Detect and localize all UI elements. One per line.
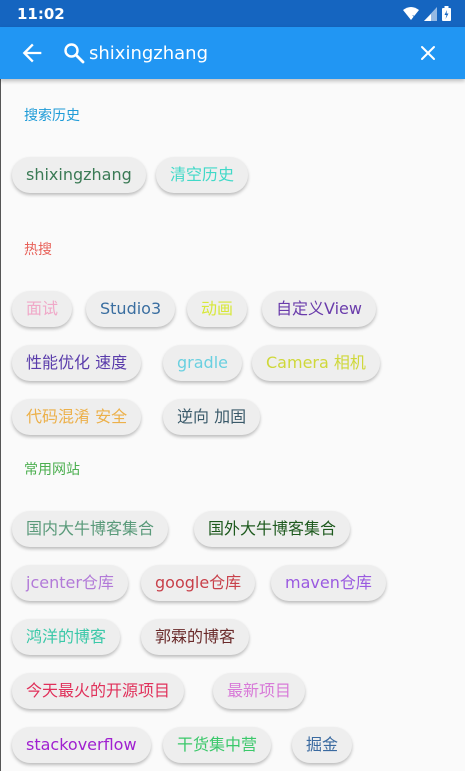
site-chip[interactable]: maven仓库 [271, 565, 386, 601]
history-chip[interactable]: shixingzhang [12, 157, 146, 193]
battery-icon [442, 6, 451, 21]
history-section-title: 搜索历史 [24, 108, 80, 124]
status-bar: 11:02 x [0, 0, 465, 27]
hot-chip[interactable]: 面试 [12, 291, 73, 327]
wifi-icon: x [403, 6, 419, 21]
site-chip[interactable]: 国内大牛博客集合 [12, 511, 169, 547]
clear-history-chip[interactable]: 清空历史 [156, 157, 249, 193]
search-input[interactable] [89, 39, 389, 67]
sites-section-title: 常用网站 [24, 462, 80, 478]
status-time: 11:02 [17, 5, 65, 23]
site-chip[interactable]: jcenter仓库 [12, 565, 128, 601]
search-icon [64, 43, 85, 64]
site-chip[interactable]: 掘金 [292, 727, 353, 763]
site-chip[interactable]: google仓库 [141, 565, 256, 601]
svg-text:x: x [412, 13, 416, 21]
window-edge [0, 27, 1, 771]
hot-chip[interactable]: 逆向 加固 [163, 399, 261, 435]
site-chip[interactable]: 国外大牛博客集合 [194, 511, 351, 547]
hot-chip[interactable]: 动画 [187, 291, 248, 327]
site-chip[interactable]: 郭霖的博客 [141, 619, 250, 655]
hot-chip[interactable]: 自定义View [262, 291, 376, 327]
back-arrow-icon[interactable] [18, 39, 46, 67]
hot-chip[interactable]: 代码混淆 安全 [12, 399, 142, 435]
site-chip[interactable]: 今天最火的开源项目 [12, 673, 185, 709]
hot-chip[interactable]: Studio3 [86, 291, 176, 327]
site-chip[interactable]: 干货集中营 [163, 727, 272, 763]
hot-section-title: 热搜 [24, 242, 52, 258]
site-chip[interactable]: 鸿洋的博客 [12, 619, 121, 655]
status-icons: x [403, 6, 451, 21]
hot-chip[interactable]: 性能优化 速度 [12, 345, 142, 381]
site-chip[interactable]: 最新项目 [213, 673, 306, 709]
hot-chip[interactable]: Camera 相机 [252, 345, 380, 381]
site-chip[interactable]: stackoverflow [12, 727, 151, 763]
clear-search-icon[interactable] [416, 41, 440, 65]
signal-icon [424, 6, 437, 21]
hot-chip[interactable]: gradle [163, 345, 242, 381]
search-app-bar [0, 27, 465, 79]
